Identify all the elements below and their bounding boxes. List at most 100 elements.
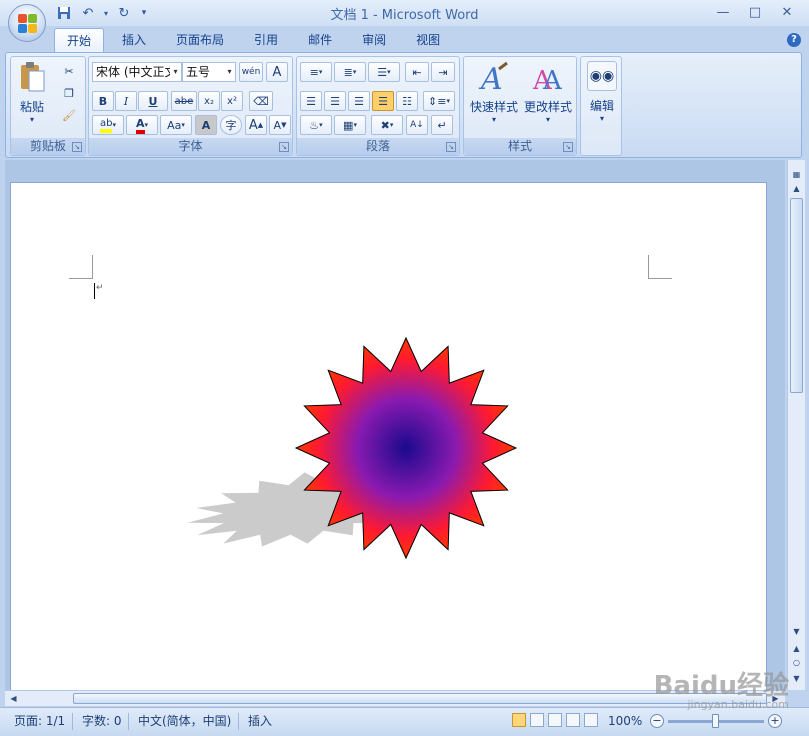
previous-page-icon[interactable]: ▲: [790, 642, 803, 656]
clipboard-launcher-icon[interactable]: ↘: [72, 142, 82, 152]
scroll-left-icon[interactable]: ◀: [7, 692, 20, 706]
shrink-font-button[interactable]: A ▼: [269, 115, 291, 135]
svg-text:A: A: [478, 62, 503, 95]
tab-review[interactable]: 审阅: [350, 28, 398, 52]
draft-view-icon[interactable]: [584, 713, 598, 727]
next-page-icon[interactable]: ▼: [790, 672, 803, 686]
strikethrough-button[interactable]: abe: [171, 91, 197, 111]
print-layout-view-icon[interactable]: [512, 713, 526, 727]
chinese-layout-icon[interactable]: ✖ ▾: [371, 115, 403, 135]
baidu-watermark-url: jingyan.baidu.com: [687, 698, 789, 711]
tab-view[interactable]: 视图: [404, 28, 452, 52]
tab-mailings[interactable]: 邮件: [296, 28, 344, 52]
phonetic-guide-button[interactable]: wén: [239, 62, 263, 82]
align-left-icon[interactable]: ☰: [300, 91, 322, 111]
highlight-button[interactable]: ab ▾: [92, 115, 124, 135]
justify-icon[interactable]: ☰: [372, 91, 394, 111]
language-indicator[interactable]: 中文(简体，中国): [138, 713, 231, 730]
shading-icon[interactable]: ♨ ▾: [300, 115, 332, 135]
restore-icon[interactable]: □: [739, 2, 771, 22]
italic-button[interactable]: I: [115, 91, 137, 111]
character-border-button[interactable]: A: [266, 62, 288, 82]
line-spacing-icon[interactable]: ⇕≡ ▾: [423, 91, 455, 111]
paragraph-launcher-icon[interactable]: ↘: [446, 142, 456, 152]
insert-mode[interactable]: 插入: [248, 713, 272, 730]
save-icon[interactable]: [54, 4, 74, 22]
font-size-dropdown-icon[interactable]: ▾: [224, 63, 235, 81]
full-screen-reading-view-icon[interactable]: [530, 713, 544, 727]
bold-button[interactable]: B: [92, 91, 114, 111]
align-right-icon[interactable]: ☰: [348, 91, 370, 111]
styles-launcher-icon[interactable]: ↘: [563, 142, 573, 152]
paragraph-label: 段落: [297, 138, 459, 155]
increase-indent-icon[interactable]: ⇥: [431, 62, 455, 82]
decrease-indent-icon[interactable]: ⇤: [405, 62, 429, 82]
quick-styles-button[interactable]: A 快速样式 ▾: [467, 61, 521, 124]
zoom-in-icon[interactable]: +: [768, 714, 782, 728]
word-count[interactable]: 字数: 0: [82, 713, 122, 730]
select-browse-object-icon[interactable]: ○: [790, 656, 803, 670]
redo-icon[interactable]: ↻: [114, 4, 134, 22]
change-styles-dropdown-icon[interactable]: ▾: [521, 115, 575, 124]
editing-dropdown-icon[interactable]: ▾: [583, 114, 621, 123]
star-shape[interactable]: [11, 183, 767, 692]
cut-icon[interactable]: ✂: [59, 61, 79, 81]
quick-styles-dropdown-icon[interactable]: ▾: [467, 115, 521, 124]
shrink-font-label: A: [273, 118, 282, 132]
subscript-button[interactable]: x₂: [198, 91, 220, 111]
align-center-icon[interactable]: ☰: [324, 91, 346, 111]
grow-font-button[interactable]: A ▲: [245, 115, 267, 135]
bullets-icon[interactable]: ≡ ▾: [300, 62, 332, 82]
paste-dropdown-icon[interactable]: ▾: [15, 115, 49, 124]
undo-icon[interactable]: ↶: [78, 4, 98, 22]
scroll-up-icon[interactable]: ▲: [790, 182, 803, 196]
clear-formatting-icon[interactable]: ⌫: [249, 91, 273, 111]
sort-icon[interactable]: A↓: [406, 115, 428, 135]
outline-view-icon[interactable]: [566, 713, 580, 727]
tab-page-layout[interactable]: 页面布局: [164, 28, 236, 52]
office-button[interactable]: [8, 4, 46, 42]
font-name-dropdown-icon[interactable]: ▾: [170, 63, 181, 81]
change-styles-button[interactable]: AA 更改样式 ▾: [521, 61, 575, 124]
show-marks-icon[interactable]: ↵: [431, 115, 453, 135]
ruler-toggle-icon[interactable]: ▦: [790, 168, 803, 182]
tab-home[interactable]: 开始: [54, 28, 105, 52]
document-page[interactable]: ↵: [10, 182, 767, 692]
quick-styles-icon: A: [478, 61, 508, 97]
tab-references[interactable]: 引用: [242, 28, 290, 52]
status-bar: 页面: 1/1 字数: 0 中文(简体，中国) 插入 100% − +: [0, 707, 809, 736]
distributed-icon[interactable]: ☷: [396, 91, 418, 111]
copy-icon[interactable]: ❐: [59, 83, 79, 103]
character-shading-button[interactable]: A: [195, 115, 217, 135]
vertical-scroll-thumb[interactable]: [790, 198, 803, 393]
font-name-combo[interactable]: 宋体 (中文正文) ▾: [92, 62, 182, 82]
zoom-slider-handle[interactable]: [712, 714, 719, 728]
change-case-button[interactable]: Aa ▾: [160, 115, 192, 135]
paste-icon: [21, 62, 45, 92]
minimize-icon[interactable]: —: [707, 2, 739, 22]
web-layout-view-icon[interactable]: [548, 713, 562, 727]
undo-dropdown-icon[interactable]: ▾: [102, 4, 110, 22]
format-painter-icon[interactable]: 🖌: [59, 105, 79, 125]
borders-icon[interactable]: ▦ ▾: [334, 115, 366, 135]
tab-insert[interactable]: 插入: [110, 28, 158, 52]
zoom-level[interactable]: 100%: [608, 713, 642, 730]
paste-button[interactable]: 粘贴 ▾: [15, 61, 49, 124]
font-size-combo[interactable]: 五号 ▾: [182, 62, 236, 82]
scroll-down-icon[interactable]: ▼: [790, 625, 803, 639]
enclose-characters-button[interactable]: 字: [220, 115, 242, 135]
superscript-button[interactable]: x²: [221, 91, 243, 111]
page-count[interactable]: 页面: 1/1: [14, 713, 65, 730]
highlighter-icon: ab: [100, 118, 113, 133]
underline-button[interactable]: U: [138, 91, 168, 111]
font-color-button[interactable]: A ▾: [126, 115, 158, 135]
multilevel-list-icon[interactable]: ☰ ▾: [368, 62, 400, 82]
help-icon[interactable]: ?: [787, 33, 801, 47]
zoom-out-icon[interactable]: −: [650, 714, 664, 728]
vertical-scrollbar[interactable]: ▦ ▲ ▼ ▲ ○ ▼: [787, 160, 805, 690]
numbering-icon[interactable]: ≣ ▾: [334, 62, 366, 82]
customize-icon[interactable]: ▾: [138, 4, 150, 22]
font-launcher-icon[interactable]: ↘: [279, 142, 289, 152]
close-icon[interactable]: ✕: [771, 2, 803, 22]
editing-button[interactable]: ◉◉ 编辑 ▾: [583, 61, 621, 123]
